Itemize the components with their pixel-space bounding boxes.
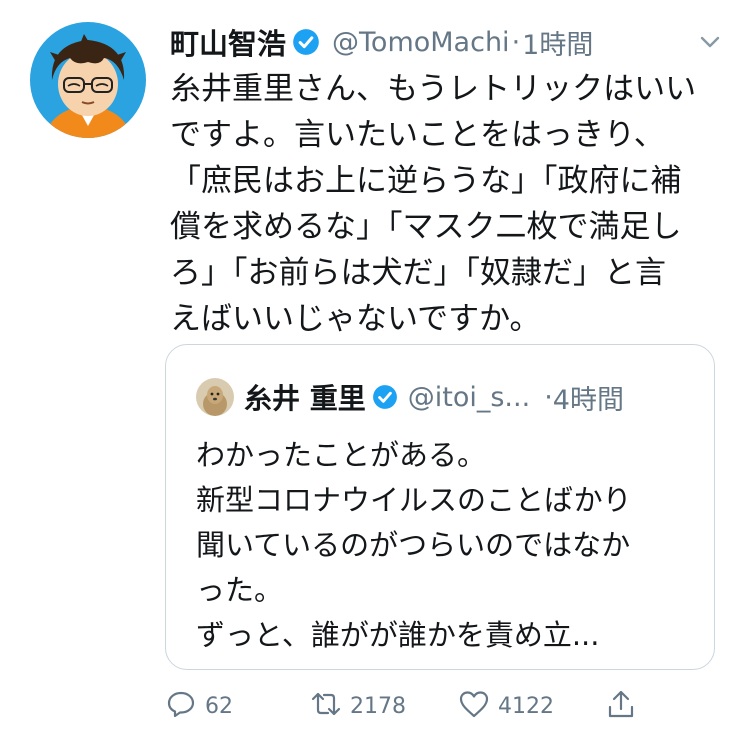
avatar-illustration — [30, 22, 146, 138]
quoted-author-handle[interactable]: @itoi_s... — [408, 382, 530, 413]
like-count: 4122 — [498, 693, 554, 719]
quoted-tweet[interactable]: 糸井 重里 @itoi_s... · 4時間 わかったことがある。 新型コロナウ… — [165, 344, 715, 670]
share-button[interactable] — [605, 686, 637, 726]
reply-count: 62 — [205, 693, 233, 719]
tweet-timestamp[interactable]: 1時間 — [522, 23, 593, 62]
quoted-tweet-header: 糸井 重里 @itoi_s... · 4時間 — [196, 377, 694, 417]
quoted-tweet-text: わかったことがある。 新型コロナウイルスのことばかり 聞いているのがつらいのでは… — [196, 438, 632, 652]
retweet-count: 2178 — [350, 693, 406, 719]
reply-button[interactable]: 62 — [165, 686, 233, 726]
share-icon — [605, 688, 637, 724]
author-avatar[interactable] — [30, 22, 146, 138]
author-handle[interactable]: @TomoMachi — [332, 27, 510, 58]
retweet-icon — [310, 688, 342, 724]
chevron-down-icon[interactable] — [694, 26, 726, 58]
quoted-author-name[interactable]: 糸井 重里 — [244, 377, 366, 417]
tweet-action-bar: 62 2178 4122 — [165, 686, 645, 726]
heart-icon — [458, 688, 490, 724]
author-name[interactable]: 町山智浩 — [170, 21, 286, 63]
quoted-author-avatar[interactable] — [196, 378, 234, 416]
retweet-button[interactable]: 2178 — [310, 686, 406, 726]
like-button[interactable]: 4122 — [458, 686, 554, 726]
separator-dot: · — [511, 26, 521, 58]
quoted-tweet-timestamp[interactable]: 4時間 — [553, 378, 624, 417]
tweet-header: 町山智浩 @TomoMachi · 1時間 — [170, 20, 726, 64]
verified-badge-icon — [292, 28, 320, 56]
tweet-text: 糸井重里さん、もうレトリックはいい ですよ。言いたいことをはっきり、 「庶民はお… — [170, 71, 697, 337]
verified-badge-icon — [372, 384, 398, 410]
reply-icon — [165, 688, 197, 724]
separator-dot: · — [544, 381, 553, 413]
